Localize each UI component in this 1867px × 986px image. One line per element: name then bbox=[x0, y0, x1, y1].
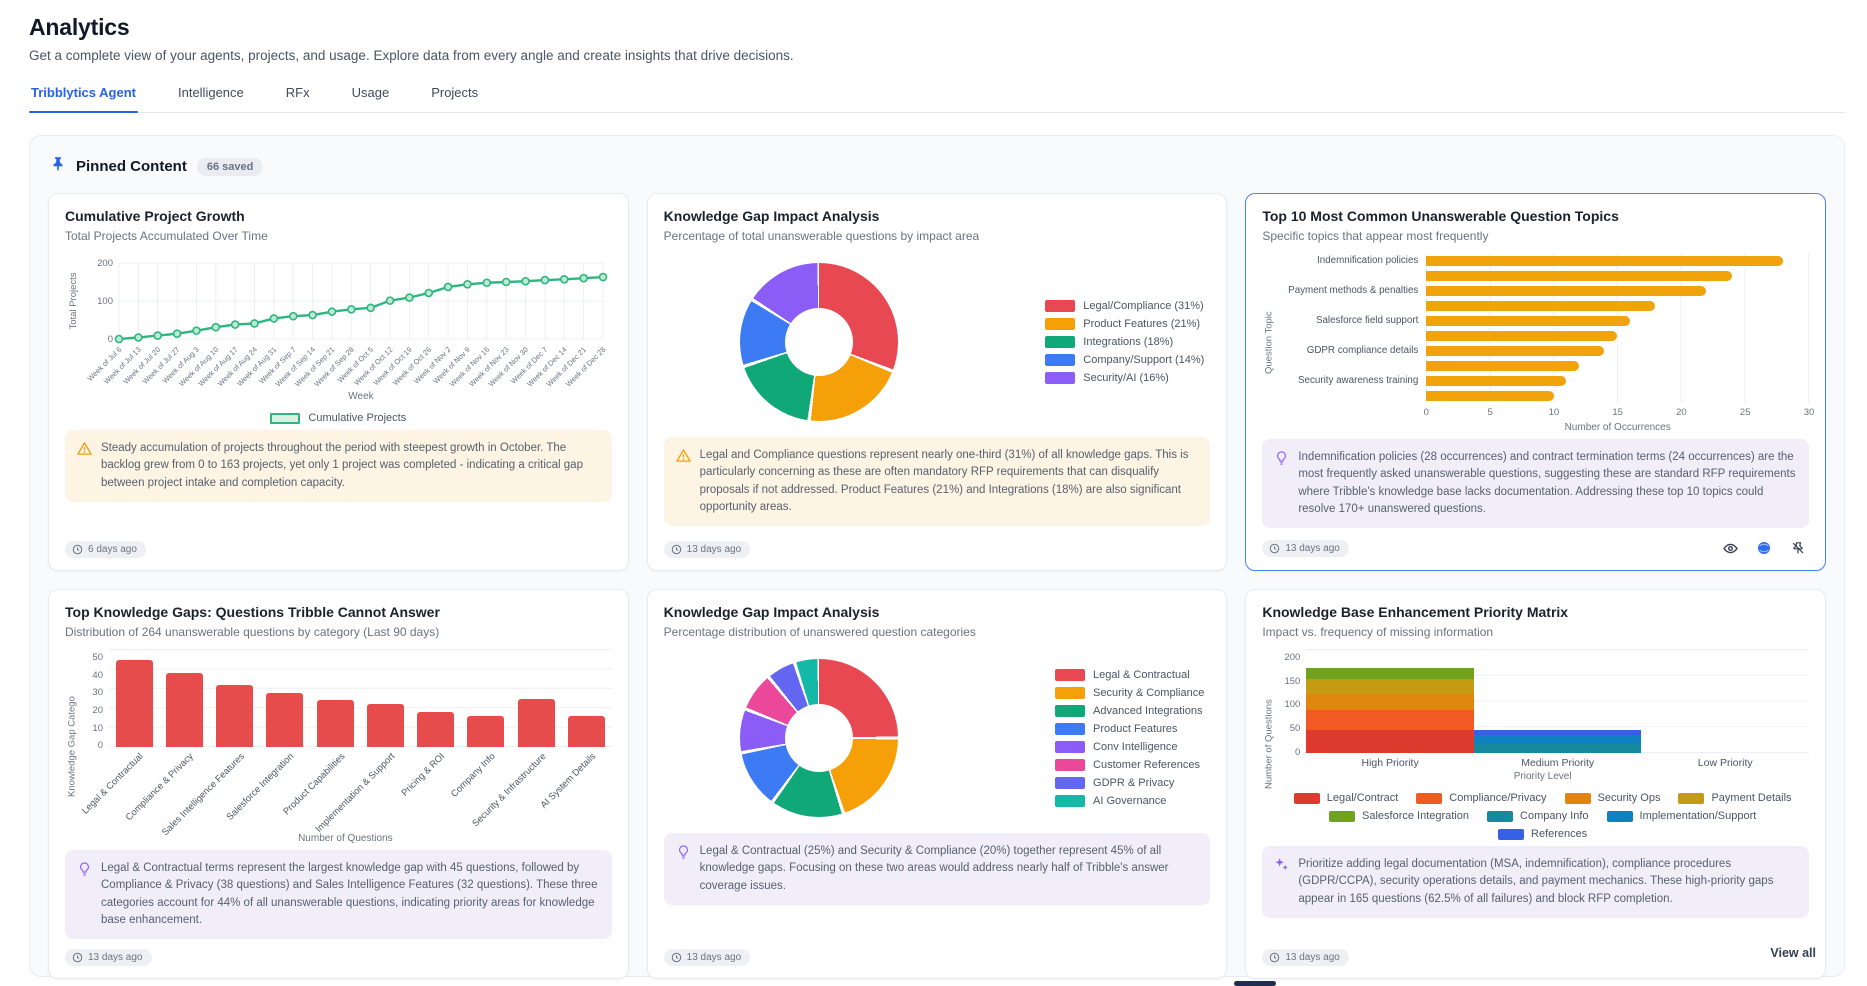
timestamp-text: 6 days ago bbox=[88, 544, 137, 555]
lightbulb-icon bbox=[676, 844, 691, 860]
timestamp-text: 13 days ago bbox=[687, 952, 742, 963]
insight-box: Steady accumulation of projects througho… bbox=[65, 430, 612, 502]
card-title: Cumulative Project Growth bbox=[65, 208, 612, 224]
card-subtitle: Percentage of total unanswerable questio… bbox=[664, 229, 1211, 243]
cumulative-growth-line-chart: 0100200Total ProjectsWeek of Jul 6Week o… bbox=[65, 253, 612, 424]
clock-icon bbox=[1269, 543, 1280, 554]
svg-text:200: 200 bbox=[97, 258, 113, 269]
pinned-content-header: Pinned Content 66 saved bbox=[50, 156, 1824, 177]
card-footer: 6 days ago bbox=[65, 531, 612, 558]
knowledge-gaps-bar-chart: Knowledge Gap Catego50403020100Legal & C… bbox=[65, 649, 612, 844]
scrollbar-thumb[interactable] bbox=[1234, 981, 1276, 986]
tab-intelligence[interactable]: Intelligence bbox=[176, 79, 246, 112]
tab-projects[interactable]: Projects bbox=[429, 79, 480, 112]
panel-title: Pinned Content bbox=[76, 158, 187, 175]
warning-icon bbox=[676, 448, 691, 463]
card-subtitle: Specific topics that appear most frequen… bbox=[1262, 229, 1809, 243]
insight-text: Legal & Contractual (25%) and Security &… bbox=[700, 843, 1199, 895]
card-priority-matrix[interactable]: Knowledge Base Enhancement Priority Matr… bbox=[1245, 589, 1826, 979]
insight-box: Legal & Contractual terms represent the … bbox=[65, 850, 612, 939]
card-knowledge-gap-impact-2[interactable]: Knowledge Gap Impact Analysis Percentage… bbox=[647, 589, 1228, 979]
tab-tribblytics-agent[interactable]: Tribblytics Agent bbox=[29, 79, 138, 112]
svg-text:0: 0 bbox=[108, 334, 113, 345]
lightbulb-icon bbox=[77, 861, 92, 877]
insight-text: Legal and Compliance questions represent… bbox=[700, 447, 1199, 516]
card-title: Knowledge Gap Impact Analysis bbox=[664, 208, 1211, 224]
timestamp-pill: 13 days ago bbox=[65, 949, 152, 966]
card-title: Top 10 Most Common Unanswerable Question… bbox=[1262, 208, 1809, 224]
view-all-link[interactable]: View all bbox=[1770, 946, 1816, 960]
clock-icon bbox=[671, 952, 682, 963]
pin-icon bbox=[50, 156, 66, 177]
timestamp-text: 13 days ago bbox=[88, 952, 143, 963]
insight-box: Indemnification policies (28 occurrences… bbox=[1262, 439, 1809, 528]
sphere-icon[interactable] bbox=[1753, 538, 1775, 558]
timestamp-text: 13 days ago bbox=[687, 544, 742, 555]
card-footer: 13 days ago bbox=[664, 531, 1211, 558]
card-actions bbox=[1719, 538, 1809, 558]
saved-count-badge: 66 saved bbox=[197, 158, 263, 176]
timestamp-text: 13 days ago bbox=[1285, 952, 1340, 963]
priority-matrix-stacked-bar-chart: Number of Questions200150100500High Prio… bbox=[1262, 649, 1809, 840]
card-subtitle: Distribution of 264 unanswerable questio… bbox=[65, 625, 612, 639]
timestamp-pill: 13 days ago bbox=[1262, 540, 1349, 557]
category-distribution-donut-chart: Legal & ContractualSecurity & Compliance… bbox=[664, 649, 1211, 827]
clock-icon bbox=[72, 544, 83, 555]
card-footer: 13 days ago bbox=[1262, 939, 1809, 966]
card-subtitle: Total Projects Accumulated Over Time bbox=[65, 229, 612, 243]
clock-icon bbox=[72, 952, 83, 963]
card-title: Knowledge Gap Impact Analysis bbox=[664, 604, 1211, 620]
svg-text:Total Projects: Total Projects bbox=[68, 272, 79, 329]
warning-icon bbox=[77, 441, 92, 456]
tab-bar: Tribblytics Agent Intelligence RFx Usage… bbox=[29, 79, 1845, 113]
card-footer: 13 days ago bbox=[1262, 528, 1809, 558]
insight-box: Legal & Contractual (25%) and Security &… bbox=[664, 833, 1211, 905]
insight-text: Indemnification policies (28 occurrences… bbox=[1298, 449, 1797, 518]
tab-rfx[interactable]: RFx bbox=[284, 79, 312, 112]
pinned-cards-grid: Cumulative Project Growth Total Projects… bbox=[48, 193, 1826, 979]
insight-text: Steady accumulation of projects througho… bbox=[101, 440, 600, 492]
clock-icon bbox=[1269, 952, 1280, 963]
card-title: Top Knowledge Gaps: Questions Tribble Ca… bbox=[65, 604, 612, 620]
card-cumulative-project-growth[interactable]: Cumulative Project Growth Total Projects… bbox=[48, 193, 629, 571]
page-subtitle: Get a complete view of your agents, proj… bbox=[29, 48, 1845, 63]
card-title: Knowledge Base Enhancement Priority Matr… bbox=[1262, 604, 1809, 620]
clock-icon bbox=[671, 544, 682, 555]
insight-text: Prioritize adding legal documentation (M… bbox=[1298, 856, 1797, 908]
card-top10-unanswerable-topics[interactable]: Top 10 Most Common Unanswerable Question… bbox=[1245, 193, 1826, 571]
timestamp-pill: 6 days ago bbox=[65, 541, 146, 558]
page-title: Analytics bbox=[29, 14, 1845, 41]
card-footer: 13 days ago bbox=[65, 939, 612, 966]
pinned-content-panel: Pinned Content 66 saved Cumulative Proje… bbox=[29, 135, 1845, 977]
card-top-knowledge-gaps[interactable]: Top Knowledge Gaps: Questions Tribble Ca… bbox=[48, 589, 629, 979]
timestamp-text: 13 days ago bbox=[1285, 543, 1340, 554]
timestamp-pill: 13 days ago bbox=[1262, 949, 1349, 966]
timestamp-pill: 13 days ago bbox=[664, 949, 751, 966]
svg-text:Week: Week bbox=[348, 391, 374, 402]
card-knowledge-gap-impact-1[interactable]: Knowledge Gap Impact Analysis Percentage… bbox=[647, 193, 1228, 571]
eye-icon[interactable] bbox=[1719, 538, 1741, 558]
svg-text:100: 100 bbox=[97, 296, 113, 307]
card-subtitle: Percentage distribution of unanswered qu… bbox=[664, 625, 1211, 639]
insight-box: Legal and Compliance questions represent… bbox=[664, 437, 1211, 526]
sparkles-icon bbox=[1274, 857, 1289, 872]
impact-area-donut-chart: Legal/Compliance (31%)Product Features (… bbox=[664, 253, 1211, 431]
analytics-page: Analytics Get a complete view of your ag… bbox=[0, 0, 1867, 977]
unpin-icon[interactable] bbox=[1787, 538, 1809, 558]
insight-text: Legal & Contractual terms represent the … bbox=[101, 860, 600, 929]
insight-box: Prioritize adding legal documentation (M… bbox=[1262, 846, 1809, 918]
lightbulb-icon bbox=[1274, 450, 1289, 466]
card-footer: 13 days ago bbox=[664, 939, 1211, 966]
topics-horizontal-bar-chart: Question TopicIndemnification policiesPa… bbox=[1262, 253, 1809, 433]
timestamp-pill: 13 days ago bbox=[664, 541, 751, 558]
tab-usage[interactable]: Usage bbox=[350, 79, 392, 112]
card-subtitle: Impact vs. frequency of missing informat… bbox=[1262, 625, 1809, 639]
